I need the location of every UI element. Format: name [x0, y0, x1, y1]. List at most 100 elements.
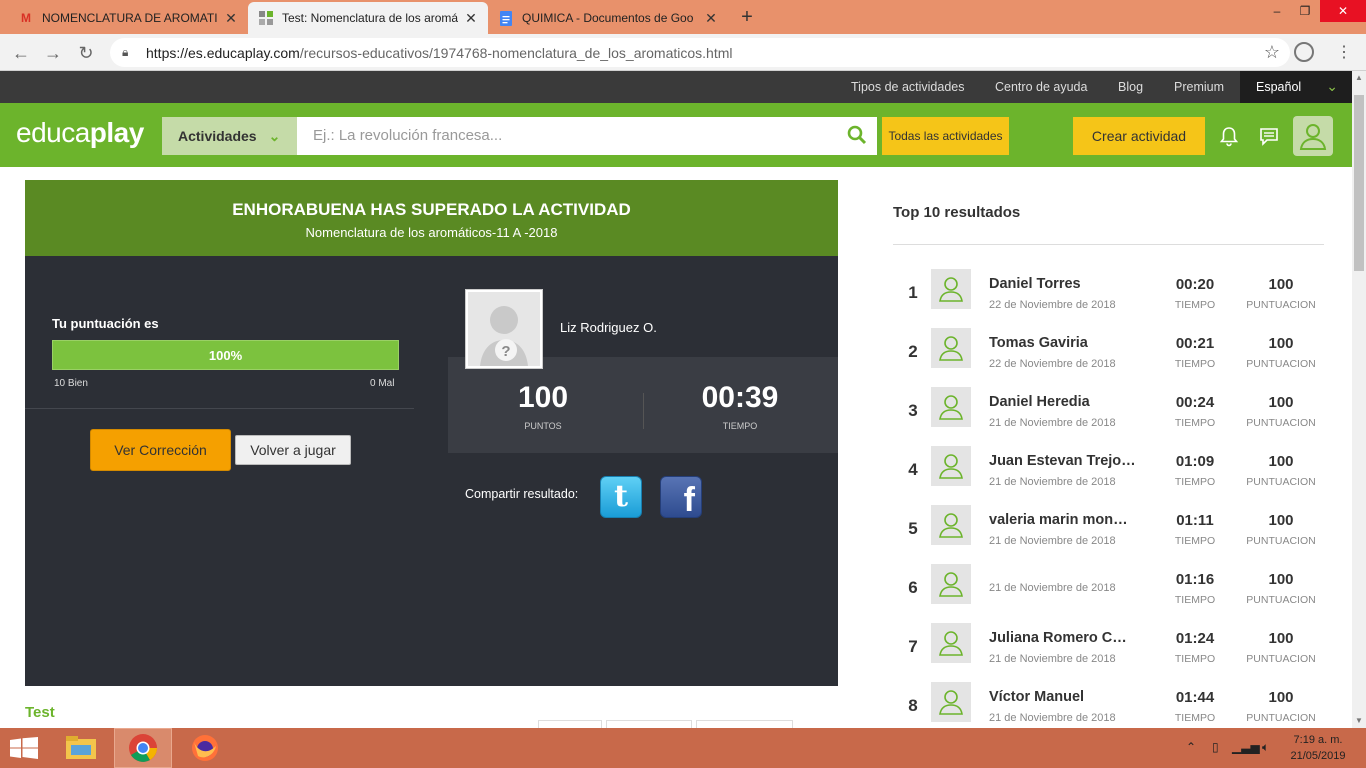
site-top-nav: Tipos de actividades Centro de ayuda Blo… — [0, 71, 1352, 103]
close-tab-icon[interactable]: ✕ — [224, 10, 238, 27]
scroll-down-icon[interactable]: ▼ — [1352, 714, 1366, 728]
educaplay-logo[interactable]: educaplay — [16, 117, 144, 149]
site-header: educaplay Actividades ⌄ Ej.: La revoluci… — [0, 103, 1352, 167]
search-input[interactable]: Ej.: La revolución francesa... — [297, 117, 877, 155]
bell-icon[interactable] — [1218, 125, 1240, 147]
back-icon[interactable]: ← — [10, 42, 32, 64]
rank-position: 7 — [908, 637, 918, 656]
rank-position: 5 — [908, 519, 918, 538]
ranking-row[interactable]: 8 Víctor Manuel 21 de Noviembre de 2018 … — [893, 682, 1333, 728]
time-label: TIEMPO — [1174, 653, 1216, 665]
user-avatar-icon — [931, 682, 971, 722]
volume-icon[interactable]: 🔈︎ — [1262, 740, 1269, 755]
points-value: 100 — [517, 381, 569, 414]
clock-date: 21/05/2019 — [1290, 750, 1346, 762]
file-explorer-icon[interactable] — [52, 728, 110, 768]
windows-start-icon[interactable] — [10, 737, 38, 759]
user-name: Liz Rodriguez O. — [560, 320, 657, 335]
share-label: Compartir resultado: — [465, 487, 579, 501]
section-label: Test — [25, 704, 55, 721]
svg-text:?: ? — [501, 343, 510, 360]
play-date: 21 de Noviembre de 2018 — [989, 653, 1116, 665]
rank-position: 2 — [908, 342, 918, 361]
ranking-row[interactable]: 5 valeria marin mon… 21 de Noviembre de … — [893, 505, 1333, 564]
scrollbar-thumb[interactable] — [1354, 95, 1364, 271]
tray-expand-icon[interactable]: ⌃ — [1186, 740, 1196, 754]
address-bar: ← → ↻ 🔒︎ https://es.educaplay.com/recurs… — [0, 34, 1366, 71]
top10-title: Top 10 resultados — [893, 204, 1021, 221]
gmail-icon: M — [21, 11, 31, 25]
player-score: 100 — [1268, 394, 1294, 411]
nav-help-center[interactable]: Centro de ayuda — [995, 80, 1087, 94]
score-label: PUNTUACION — [1246, 299, 1316, 311]
player-time: 01:09 — [1175, 453, 1215, 470]
new-tab-button[interactable]: + — [736, 6, 758, 29]
search-placeholder: Ej.: La revolución francesa... — [313, 127, 503, 144]
points-stat: 100 PUNTOS — [468, 381, 618, 431]
user-avatar-button[interactable] — [1293, 116, 1333, 156]
close-window-icon[interactable]: ✕ — [1320, 0, 1366, 22]
player-score: 100 — [1268, 630, 1294, 647]
ranking-row[interactable]: 6 21 de Noviembre de 2018 01:16 TIEMPO 1… — [893, 564, 1333, 623]
play-again-button[interactable]: Volver a jugar — [235, 435, 351, 465]
stats-divider — [643, 393, 644, 429]
logo-text-bold: play — [89, 117, 145, 148]
view-correction-button[interactable]: Ver Corrección — [90, 429, 231, 471]
close-tab-icon[interactable]: ✕ — [704, 10, 718, 27]
forward-icon[interactable]: → — [42, 42, 64, 64]
minimize-icon[interactable]: – — [1262, 0, 1292, 22]
player-score: 100 — [1268, 276, 1294, 293]
tab-educaplay[interactable]: Test: Nomenclatura de los aromá ✕ — [248, 2, 488, 34]
player-name: Tomas Gaviria — [989, 335, 1088, 351]
nav-activity-types[interactable]: Tipos de actividades — [851, 80, 965, 94]
search-icon[interactable] — [847, 125, 867, 145]
play-date: 21 de Noviembre de 2018 — [989, 535, 1116, 547]
time-label: TIEMPO — [1174, 712, 1216, 724]
ranking-row[interactable]: 7 Juliana Romero C… 21 de Noviembre de 2… — [893, 623, 1333, 682]
facebook-share-button[interactable]: f — [660, 476, 702, 519]
nav-premium[interactable]: Premium — [1174, 80, 1224, 94]
create-activity-button[interactable]: Crear actividad — [1073, 117, 1205, 155]
play-date: 21 de Noviembre de 2018 — [989, 712, 1116, 724]
battery-icon[interactable]: ▯ — [1212, 740, 1219, 754]
ranking-row[interactable]: 1 Daniel Torres 22 de Noviembre de 2018 … — [893, 269, 1333, 328]
ranking-row[interactable]: 2 Tomas Gaviria 22 de Noviembre de 2018 … — [893, 328, 1333, 387]
chrome-icon[interactable] — [114, 728, 172, 768]
facebook-icon: f — [683, 481, 695, 519]
result-title: ENHORABUENA HAS SUPERADO LA ACTIVIDAD — [232, 200, 631, 219]
scroll-up-icon[interactable]: ▲ — [1352, 71, 1366, 85]
close-tab-icon[interactable]: ✕ — [464, 10, 478, 27]
url-field[interactable]: 🔒︎ https://es.educaplay.com/recursos-edu… — [110, 38, 1290, 67]
rank-position: 3 — [908, 401, 918, 420]
system-clock[interactable]: 7:19 a. m. 21/05/2019 — [1284, 732, 1352, 764]
page-scrollbar[interactable]: ▲ ▼ — [1352, 71, 1366, 728]
player-name: valeria marin mon… — [989, 512, 1128, 528]
ranking-row[interactable]: 3 Daniel Heredia 21 de Noviembre de 2018… — [893, 387, 1333, 446]
browser-menu-icon[interactable]: ⋮ — [1336, 42, 1352, 62]
time-label: TIEMPO — [1174, 476, 1216, 488]
windows-taskbar: ⌃ ▯ ▁▃▅ 🔈︎ 7:19 a. m. 21/05/2019 — [0, 728, 1366, 768]
twitter-icon: t — [614, 479, 628, 514]
player-score: 100 — [1268, 335, 1294, 352]
score-label: PUNTUACION — [1246, 358, 1316, 370]
nav-blog[interactable]: Blog — [1118, 80, 1143, 94]
player-score: 100 — [1268, 571, 1294, 588]
activities-dropdown[interactable]: Actividades ⌄ — [162, 117, 297, 155]
user-avatar-icon — [931, 505, 971, 545]
restore-icon[interactable]: ❐ — [1290, 0, 1320, 22]
all-activities-button[interactable]: Todas las actividades — [882, 117, 1009, 155]
bookmark-star-icon[interactable]: ☆ — [1264, 42, 1280, 63]
twitter-share-button[interactable]: t — [600, 476, 642, 518]
tab-docs[interactable]: QUIMICA - Documentos de Goo ✕ — [488, 2, 728, 34]
network-icon[interactable]: ▁▃▅ — [1232, 740, 1260, 754]
extension-icon[interactable] — [1294, 42, 1314, 62]
reload-icon[interactable]: ↻ — [75, 42, 97, 64]
language-selector[interactable]: Español ⌄ — [1240, 71, 1352, 103]
rank-position: 4 — [908, 460, 918, 479]
messages-icon[interactable] — [1258, 125, 1280, 147]
play-date: 22 de Noviembre de 2018 — [989, 299, 1116, 311]
ranking-row[interactable]: 4 Juan Estevan Trejo… 21 de Noviembre de… — [893, 446, 1333, 505]
player-name: Daniel Torres — [989, 276, 1081, 292]
tab-gmail[interactable]: M NOMENCLATURA DE AROMATIC ✕ — [8, 2, 248, 34]
firefox-icon[interactable] — [176, 728, 234, 768]
